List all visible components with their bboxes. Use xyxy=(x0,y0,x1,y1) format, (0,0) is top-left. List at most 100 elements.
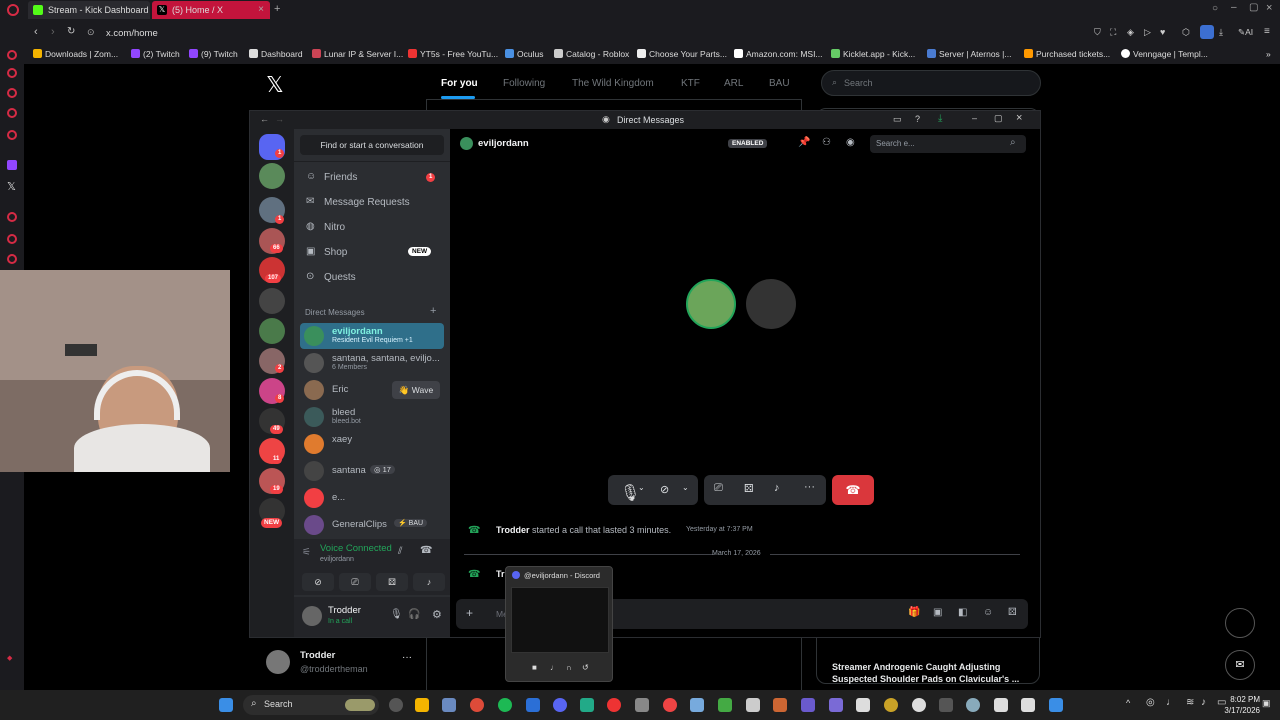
preview-headset-icon[interactable]: ∩ xyxy=(566,663,572,672)
app-icon[interactable] xyxy=(966,698,980,712)
find-conversation-input[interactable]: Find or start a conversation xyxy=(300,135,444,155)
tab-for-you[interactable]: For you xyxy=(441,78,478,89)
attach-icon[interactable]: + xyxy=(466,606,473,620)
server-icon[interactable] xyxy=(259,163,285,189)
app-icon[interactable] xyxy=(1049,698,1063,712)
nav-quests[interactable]: ⊙ Quests xyxy=(300,269,444,287)
app-icon[interactable] xyxy=(884,698,898,712)
dm-header-name[interactable]: eviljordann xyxy=(478,138,529,149)
more-bookmarks-icon[interactable]: » xyxy=(1266,49,1271,59)
bookmark-item[interactable]: Purchased tickets... xyxy=(1024,49,1110,59)
maximize-icon[interactable]: ▢ xyxy=(1249,2,1258,13)
activities-button[interactable]: ⚄ xyxy=(376,573,408,591)
settings-gear-icon[interactable]: ⚙ xyxy=(432,608,442,621)
app-icon[interactable] xyxy=(1021,698,1035,712)
minecraft-icon[interactable] xyxy=(718,698,732,712)
chevron-down-icon[interactable]: ⌄ xyxy=(638,483,645,492)
chevron-down-icon[interactable]: ⌄ xyxy=(682,483,689,492)
dm-item-eviljordann[interactable]: eviljordann Resident Evil Requiem +1 xyxy=(300,323,444,349)
tab-x-home[interactable]: 𝕏 (5) Home / X × xyxy=(152,1,270,19)
wifi-icon[interactable]: ≋ xyxy=(1186,697,1194,708)
sidebar-icon[interactable] xyxy=(7,88,17,98)
preview-mic-icon[interactable]: ♩ xyxy=(550,663,558,672)
screen-share-icon[interactable]: ⎚ xyxy=(714,482,723,495)
minimize-icon[interactable]: – xyxy=(972,113,977,123)
x-logo-icon[interactable]: 𝕏 xyxy=(266,72,284,98)
app-icon[interactable] xyxy=(912,698,926,712)
reload-icon[interactable]: ↻ xyxy=(67,26,75,37)
x-search-input[interactable]: ⌕ Search xyxy=(821,70,1041,96)
sidebar-icon[interactable] xyxy=(7,254,17,264)
minimize-icon[interactable]: – xyxy=(1231,2,1237,13)
clock-time[interactable]: 8:02 PM xyxy=(1228,695,1260,704)
app-icon[interactable] xyxy=(939,698,953,712)
add-friend-icon[interactable]: ⚇ xyxy=(822,137,831,148)
dm-item-e[interactable]: e... xyxy=(300,485,444,511)
app-icon[interactable] xyxy=(526,698,540,712)
participant-avatar[interactable] xyxy=(686,279,736,329)
bookmark-item[interactable]: (9) Twitch xyxy=(189,49,238,59)
tab-arl[interactable]: ARL xyxy=(724,78,743,89)
soundboard-icon[interactable]: ♪ xyxy=(774,482,780,494)
server-icon[interactable] xyxy=(259,288,285,314)
sticker-icon[interactable]: ◧ xyxy=(958,607,967,618)
spotify-icon[interactable] xyxy=(498,698,512,712)
mic-tray-icon[interactable]: ♩ xyxy=(1166,697,1176,708)
opera-logo-icon[interactable] xyxy=(7,4,19,16)
app-icon[interactable] xyxy=(663,698,677,712)
active-extension-icon[interactable] xyxy=(1200,25,1214,39)
file-explorer-icon[interactable] xyxy=(415,698,429,712)
taskbar-search[interactable]: ⌕ Search xyxy=(243,695,379,715)
app-icon[interactable] xyxy=(856,698,870,712)
enabled-badge[interactable]: ENABLED xyxy=(728,139,768,148)
app-icon[interactable] xyxy=(580,698,594,712)
news-headline[interactable]: Streamer Androgenic Caught Adjusting Sus… xyxy=(832,661,1032,685)
dm-item-generalclips[interactable]: GeneralClips ⚡ BAU xyxy=(300,512,444,538)
sidebar-icon[interactable] xyxy=(7,234,17,244)
tab-following[interactable]: Following xyxy=(503,78,545,89)
download-icon[interactable]: ⤓ xyxy=(1219,27,1223,38)
maximize-icon[interactable]: ▢ xyxy=(994,113,1003,124)
headset-icon[interactable]: 🎧 xyxy=(408,609,420,620)
app-icon[interactable] xyxy=(442,698,456,712)
close-icon[interactable]: × xyxy=(258,1,264,19)
participant-avatar[interactable] xyxy=(746,279,796,329)
mic-icon[interactable]: 🎙 xyxy=(390,609,403,620)
close-icon[interactable]: × xyxy=(1016,112,1022,124)
sidebar-icon[interactable] xyxy=(7,68,17,78)
bookmark-item[interactable]: Server | Aternos |... xyxy=(927,49,1011,59)
apps-icon[interactable]: ⚄ xyxy=(1008,607,1017,618)
bookmark-item[interactable]: YT5s - Free YouTu... xyxy=(408,49,498,59)
forward-icon[interactable]: → xyxy=(275,114,284,124)
app-icon[interactable] xyxy=(829,698,843,712)
snapshot-icon[interactable]: ⛶ xyxy=(1110,27,1116,38)
bookmark-item[interactable]: Amazon.com: MSI... xyxy=(734,49,823,59)
menu-icon[interactable]: ≡ xyxy=(1264,26,1270,37)
activities-icon[interactable]: ⚄ xyxy=(744,482,754,495)
forward-icon[interactable]: › xyxy=(51,26,55,38)
dm-item-bleed[interactable]: bleed bleed.bot xyxy=(300,404,444,430)
app-icon[interactable] xyxy=(994,698,1008,712)
bookmark-item[interactable]: (2) Twitch xyxy=(131,49,180,59)
screen-share-button[interactable]: ⎚ xyxy=(339,573,371,591)
extensions-icon[interactable]: ⬡ xyxy=(1182,27,1190,38)
app-icon[interactable] xyxy=(389,698,403,712)
nav-friends[interactable]: ☺ Friends 1 xyxy=(300,169,444,187)
voice-status[interactable]: Voice Connected xyxy=(320,543,392,554)
discord-icon[interactable] xyxy=(553,698,567,712)
chrome-icon[interactable] xyxy=(470,698,484,712)
dm-item-eric[interactable]: Eric 👋 Wave xyxy=(300,377,444,403)
url-input[interactable]: x.com/home xyxy=(106,28,158,39)
back-icon[interactable]: ‹ xyxy=(34,26,38,38)
twitch-icon[interactable] xyxy=(7,160,17,170)
app-icon[interactable] xyxy=(690,698,704,712)
sidebar-more-icon[interactable]: ◆ xyxy=(7,654,12,662)
tab-wild-kingdom[interactable]: The Wild Kingdom xyxy=(572,78,654,89)
clock-date[interactable]: 3/17/2026 xyxy=(1220,706,1260,715)
sidebar-icon[interactable] xyxy=(7,212,17,222)
soundboard-button[interactable]: ♪ xyxy=(413,573,445,591)
volume-icon[interactable]: ♪ xyxy=(1201,697,1206,708)
add-dm-icon[interactable]: + xyxy=(430,305,436,317)
x-icon[interactable]: 𝕏 xyxy=(7,180,16,193)
noise-suppression-icon[interactable]: ⫽ xyxy=(398,546,402,557)
